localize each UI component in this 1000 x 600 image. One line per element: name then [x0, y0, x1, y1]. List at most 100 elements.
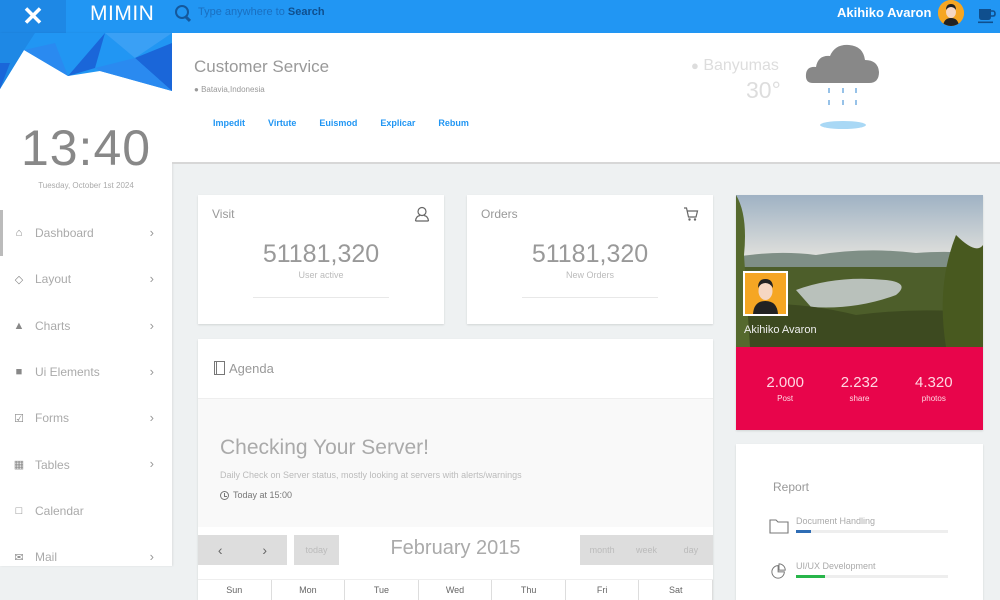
report-card: Report Document Handling UI/UX Developme… [736, 444, 983, 600]
calendar-view-group: month week day [580, 535, 713, 565]
tab-euismod[interactable]: Euismod [319, 118, 357, 128]
charts-icon: ▲ [13, 319, 25, 332]
book-icon [214, 361, 225, 375]
search-icon [174, 4, 192, 22]
calendar-next-button[interactable]: › [243, 542, 288, 558]
view-week-button[interactable]: week [624, 545, 668, 555]
user-icon [414, 206, 430, 222]
sidebar-item-tables[interactable]: ▦ Tables › [0, 441, 172, 487]
stat-photos: 4.320 photos [897, 347, 971, 430]
orders-card: Orders 51181,320 New Orders [467, 195, 713, 324]
chevron-right-icon: › [149, 456, 154, 472]
stat-value: 4.320 [915, 374, 953, 391]
sidebar-item-calendar[interactable]: □ Calendar [0, 488, 172, 534]
agenda-header: Agenda [198, 339, 713, 399]
ui-elements-icon: ■ [15, 366, 23, 379]
progress-fill [796, 575, 825, 578]
clock-icon [220, 490, 229, 500]
stat-label: share [849, 394, 870, 403]
visit-card: Visit 51181,320 User active [198, 195, 444, 324]
search-input[interactable] [198, 7, 398, 19]
profile-stats: 2.000 Post 2.232 share 4.320 photos [736, 347, 983, 430]
divider [522, 297, 658, 298]
profile-name: Akihiko Avaron [744, 324, 817, 336]
pie-chart-icon [771, 563, 786, 579]
visit-card-title: Visit [212, 207, 235, 221]
chevron-right-icon: › [149, 317, 154, 333]
event-title: Checking Your Server! [220, 436, 429, 459]
progress-bar [796, 575, 948, 578]
chevron-right-icon: › [149, 549, 154, 565]
report-item-document-handling: Document Handling [769, 516, 959, 546]
report-item-uiux-development: UI/UX Development [769, 561, 959, 591]
visit-count: 51181,320 [262, 240, 380, 268]
chevron-right-icon: › [149, 363, 154, 379]
sidebar-item-ui-elements[interactable]: ■ Ui Elements › [0, 349, 172, 395]
tab-virtute[interactable]: Virtute [268, 118, 296, 128]
tab-rebum[interactable]: Rebum [438, 118, 469, 128]
chevron-right-icon: › [149, 271, 154, 287]
progress-bar [796, 530, 948, 533]
coffee-cup-icon[interactable] [977, 6, 997, 24]
view-month-button[interactable]: month [580, 545, 624, 555]
today-label: today [305, 545, 328, 555]
orders-card-title: Orders [481, 207, 518, 221]
sidebar-banner [0, 33, 172, 93]
sidebar-item-charts[interactable]: ▲ Charts › [0, 303, 172, 349]
agenda-panel: Agenda Checking Your Server! Daily Check… [198, 339, 714, 600]
tab-explicar[interactable]: Explicar [380, 118, 415, 128]
weekday-sun: Sun [198, 580, 272, 600]
search-bar[interactable]: Type anywhere to Search [174, 4, 398, 22]
calendar-toolbar: February 2015 ‹ › today month week day [198, 535, 713, 565]
calendar-today-button[interactable]: today [294, 535, 339, 565]
calendar-nav-group: ‹ › [198, 535, 287, 565]
calendar-icon: □ [15, 504, 23, 517]
forms-icon: ☑ [14, 412, 24, 425]
report-label: Document Handling [796, 516, 876, 526]
weekday-fri: Fri [566, 580, 640, 600]
chevron-right-icon: › [149, 410, 154, 426]
rain-cloud-icon [805, 44, 879, 129]
user-name[interactable]: Akihiko Avaron [837, 5, 931, 20]
folder-icon [769, 519, 789, 534]
orders-count: 51181,320 [531, 240, 649, 268]
layout-icon: ◇ [14, 273, 24, 286]
brand-logo[interactable]: MIMIN [90, 2, 154, 26]
divider [253, 297, 389, 298]
sidebar-item-dashboard[interactable]: ⌂ Dashboard › [0, 210, 172, 257]
weekday-tue: Tue [345, 580, 419, 600]
clock-date: Tuesday, October 1st 2024 [38, 181, 134, 190]
weekday-thu: Thu [492, 580, 566, 600]
sidebar-item-forms[interactable]: ☑ Forms › [0, 395, 172, 441]
report-title: Report [773, 480, 810, 494]
stat-value: 2.232 [840, 374, 879, 391]
stat-shares: 2.232 share [822, 347, 896, 430]
shopping-cart-icon [684, 207, 699, 221]
close-sidebar-button[interactable]: ✕ [0, 0, 66, 33]
sidebar-item-mail[interactable]: ✉ Mail › [0, 534, 172, 580]
weekday-mon: Mon [272, 580, 346, 600]
profile-avatar[interactable] [743, 271, 788, 316]
page-header: Customer Service ● Batavia,Indonesia Imp… [172, 33, 1000, 164]
map-pin-icon: ● [194, 85, 199, 94]
stat-posts: 2.000 Post [748, 347, 822, 430]
orders-subtitle: New Orders [565, 270, 614, 280]
user-avatar[interactable] [938, 0, 964, 26]
profile-card: Akihiko Avaron 2.000 Post 2.232 share 4.… [736, 195, 983, 430]
event-time: Today at 15:00 [220, 490, 292, 500]
event-description: Daily Check on Server status, mostly loo… [220, 470, 522, 480]
location-text: ● Batavia,Indonesia [194, 85, 265, 94]
sidebar-item-layout[interactable]: ◇ Layout › [0, 256, 172, 302]
weather-temperature: 30° [746, 77, 781, 103]
stat-label: photos [921, 394, 946, 403]
view-day-button[interactable]: day [669, 545, 713, 555]
agenda-event[interactable]: Checking Your Server! Daily Check on Ser… [198, 399, 713, 527]
clock-time: 13:40 [20, 120, 152, 176]
tab-impedit[interactable]: Impedit [213, 118, 245, 128]
stat-value: 2.000 [766, 374, 804, 391]
map-pin-icon: ● [691, 58, 699, 73]
progress-fill [796, 530, 812, 533]
calendar-weekday-header: Sun Mon Tue Wed Thu Fri Sat [198, 579, 714, 600]
stat-label: Post [777, 394, 794, 403]
calendar-prev-button[interactable]: ‹ [198, 542, 243, 558]
